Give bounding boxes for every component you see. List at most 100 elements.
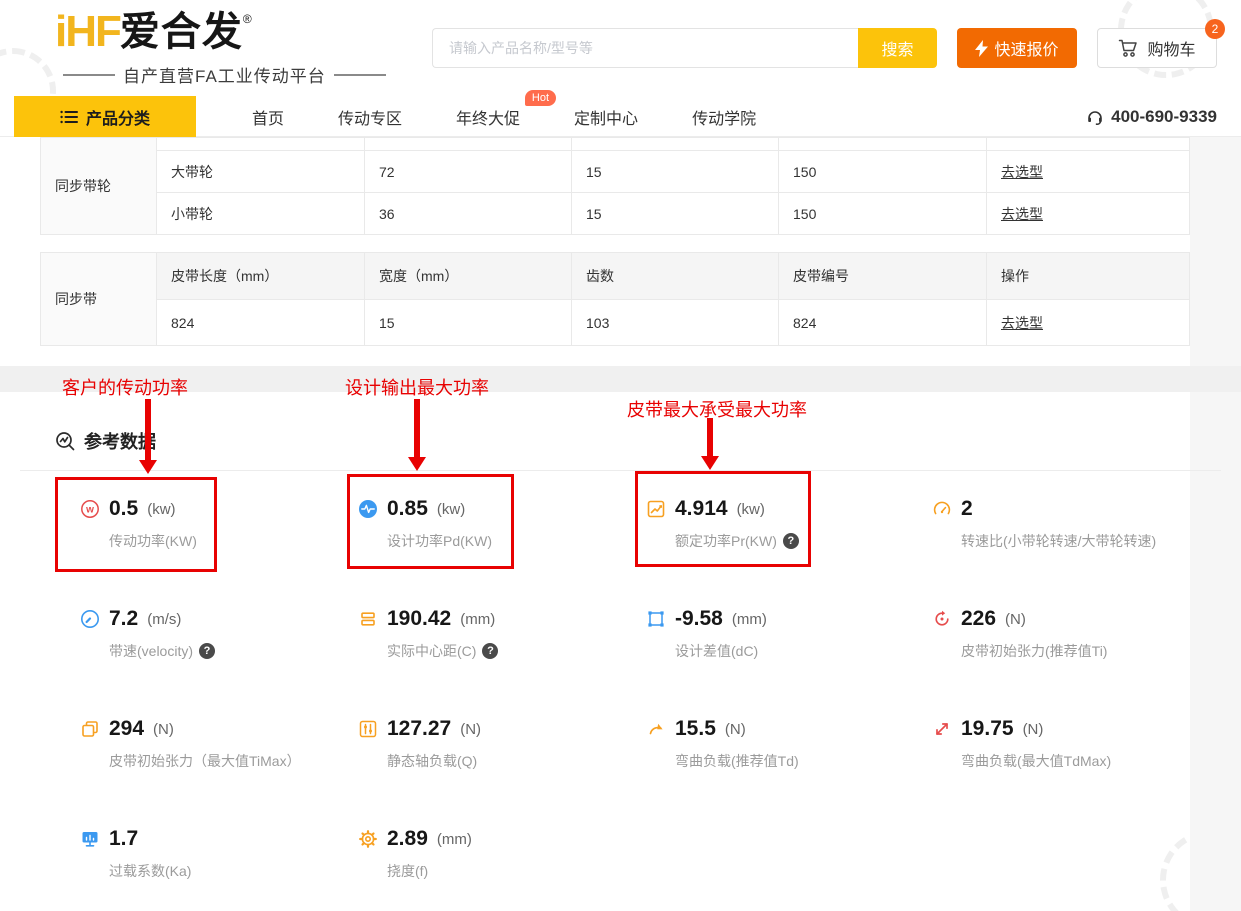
selection-square-icon xyxy=(646,609,666,629)
belt-table-group-label: 同步带 xyxy=(41,253,156,345)
annotation-box-transmission-power xyxy=(55,477,217,572)
lightning-icon xyxy=(975,40,988,57)
cart-count-badge: 2 xyxy=(1205,19,1225,39)
metric-value: 226 xyxy=(961,607,996,631)
expand-arrows-icon xyxy=(932,719,952,739)
metric-design-difference: -9.58 (mm) 设计差值(dC) xyxy=(646,607,916,661)
search-button[interactable]: 搜索 xyxy=(858,28,937,68)
metric-label: 设计差值(dC) xyxy=(675,641,916,661)
table-cell-cutoff xyxy=(156,138,364,150)
logo-cn-text: 爱合发 xyxy=(120,10,243,54)
metric-label: 转速比(小带轮转速/大带轮转速) xyxy=(961,531,1202,551)
go-select-link[interactable]: 去选型 xyxy=(1001,313,1043,333)
metric-label-text: 实际中心距(C) xyxy=(387,641,476,661)
help-icon[interactable]: ? xyxy=(199,643,215,659)
tagline-text: 自产直营FA工业传动平台 xyxy=(123,62,326,87)
monitor-icon xyxy=(80,829,100,849)
table-cell: 15 xyxy=(571,150,778,192)
table-cell-cutoff xyxy=(986,138,1189,150)
cart-icon xyxy=(1118,38,1139,58)
metric-unit: (N) xyxy=(460,721,481,738)
table-header-cell: 操作 xyxy=(986,253,1189,299)
metric-value: 15.5 xyxy=(675,717,716,741)
table-header-cell: 皮带编号 xyxy=(778,253,986,299)
table-cell: 150 xyxy=(778,192,986,234)
metric-center-distance: 190.42 (mm) 实际中心距(C) ? xyxy=(358,607,628,661)
sliders-icon xyxy=(358,719,378,739)
metric-unit: (N) xyxy=(153,721,174,738)
annotation-box-design-power xyxy=(347,474,514,569)
tagline-dash xyxy=(63,74,115,76)
table-cell: 103 xyxy=(571,299,778,345)
search-bar: 搜索 xyxy=(432,28,937,68)
table-cell-cutoff xyxy=(364,138,571,150)
metric-label: 皮带初始张力(推荐值Ti) xyxy=(961,641,1202,661)
table-cell-action: 去选型 xyxy=(986,299,1189,345)
annotation-arrow-icon xyxy=(139,399,157,474)
help-icon[interactable]: ? xyxy=(482,643,498,659)
metric-label: 实际中心距(C) ? xyxy=(387,641,628,661)
table-cell: 大带轮 xyxy=(156,150,364,192)
pulley-table: 同步带轮 大带轮 72 15 150 去选型 小带轮 36 15 150 去选型 xyxy=(40,137,1190,235)
nav-item-year-end-sale[interactable]: 年终大促 Hot xyxy=(456,105,520,129)
logo-tagline: 自产直营FA工业传动平台 xyxy=(55,62,305,87)
annotation-arrow-icon xyxy=(408,399,426,471)
metric-label-text: 带速(velocity) xyxy=(109,641,193,661)
metric-deflection: 2.89 (mm) 挠度(f) xyxy=(358,827,628,881)
main-nav: 产品分类 首页 传动专区 年终大促 Hot 定制中心 传动学院 400-690-… xyxy=(0,96,1241,137)
metric-label: 静态轴负载(Q) xyxy=(387,751,628,771)
metric-speed-ratio: 2 转速比(小带轮转速/大带轮转速) xyxy=(932,497,1202,551)
service-phone-number: 400-690-9339 xyxy=(1111,107,1217,127)
metric-unit: (N) xyxy=(1023,721,1044,738)
metric-value: 7.2 xyxy=(109,607,138,631)
go-select-link[interactable]: 去选型 xyxy=(1001,162,1043,182)
metric-initial-tension-recommended: 226 (N) 皮带初始张力(推荐值Ti) xyxy=(932,607,1202,661)
gear-icon xyxy=(358,829,378,849)
table-cell: 36 xyxy=(364,192,571,234)
page: iHF 爱合发 ® 自产直营FA工业传动平台 搜索 快速报价 xyxy=(0,0,1241,911)
metric-static-shaft-load: 127.27 (N) 静态轴负载(Q) xyxy=(358,717,628,771)
go-select-link[interactable]: 去选型 xyxy=(1001,204,1043,224)
curve-arrow-icon xyxy=(646,719,666,739)
nav-item-transmission-zone[interactable]: 传动专区 xyxy=(338,105,402,129)
logo-registered-mark: ® xyxy=(243,12,252,26)
table-header-cell: 皮带长度（mm） xyxy=(156,253,364,299)
metric-label: 弯曲负载(最大值TdMax) xyxy=(961,751,1202,771)
annotation-design-output-power: 设计输出最大功率 xyxy=(345,374,489,400)
headset-icon xyxy=(1086,108,1104,126)
metric-bending-load-max: 19.75 (N) 弯曲负载(最大值TdMax) xyxy=(932,717,1202,771)
metric-value: 2.89 xyxy=(387,827,428,851)
tagline-dash xyxy=(334,74,386,76)
cart-button[interactable]: 购物车 2 xyxy=(1097,28,1217,68)
annotation-customer-power: 客户的传动功率 xyxy=(62,374,188,400)
table-header-cell: 宽度（mm） xyxy=(364,253,571,299)
nav-item-transmission-academy[interactable]: 传动学院 xyxy=(692,105,756,129)
product-catalog-label: 产品分类 xyxy=(86,105,150,129)
metric-value: -9.58 xyxy=(675,607,723,631)
metric-bending-load-recommended: 15.5 (N) 弯曲负载(推荐值Td) xyxy=(646,717,916,771)
metric-unit: (mm) xyxy=(437,831,472,848)
metric-value: 1.7 xyxy=(109,827,138,851)
nav-item-year-end-sale-label: 年终大促 xyxy=(456,111,520,128)
rotate-icon xyxy=(932,609,952,629)
metric-initial-tension-max: 294 (N) 皮带初始张力（最大值TiMax） xyxy=(80,717,350,771)
gauge-icon xyxy=(932,499,952,519)
hot-badge: Hot xyxy=(525,90,556,106)
product-catalog-button[interactable]: 产品分类 xyxy=(14,96,196,137)
quick-quote-button[interactable]: 快速报价 xyxy=(957,28,1077,68)
table-cell: 150 xyxy=(778,150,986,192)
metric-label: 皮带初始张力（最大值TiMax） xyxy=(109,751,350,771)
nav-item-home[interactable]: 首页 xyxy=(252,105,284,129)
header: iHF 爱合发 ® 自产直营FA工业传动平台 搜索 快速报价 xyxy=(0,0,1241,96)
nav-item-custom-center[interactable]: 定制中心 xyxy=(574,105,638,129)
table-cell-cutoff xyxy=(571,138,778,150)
chart-magnifier-icon xyxy=(55,431,76,452)
center-distance-icon xyxy=(358,609,378,629)
metric-value: 294 xyxy=(109,717,144,741)
metric-label: 带速(velocity) ? xyxy=(109,641,350,661)
search-input[interactable] xyxy=(432,28,858,68)
table-cell: 15 xyxy=(571,192,778,234)
table-cell: 小带轮 xyxy=(156,192,364,234)
nav-items: 首页 传动专区 年终大促 Hot 定制中心 传动学院 xyxy=(252,96,756,137)
logo[interactable]: iHF 爱合发 ® 自产直营FA工业传动平台 xyxy=(55,10,305,87)
